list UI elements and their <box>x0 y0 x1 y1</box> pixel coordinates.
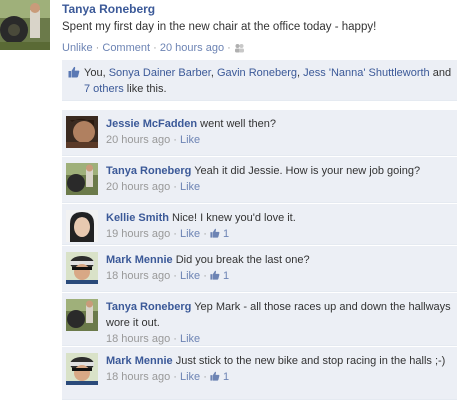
separator: · <box>153 42 157 54</box>
like-count: 1 <box>223 228 230 240</box>
like-link[interactable]: Like <box>180 270 200 282</box>
comment-time[interactable]: 18 hours ago <box>106 270 170 282</box>
comment: Tanya Roneberg Yeah it did Jessie. How i… <box>62 157 457 203</box>
comment-text: Just stick to the new bike and stop raci… <box>175 355 446 367</box>
likes-text: You, Sonya Dainer Barber, Gavin Roneberg… <box>84 65 454 97</box>
avatar-tanya[interactable] <box>66 163 98 195</box>
avatar-mark[interactable] <box>66 252 98 284</box>
comment-likes[interactable]: 1 <box>210 371 229 383</box>
liker-link[interactable]: Jess 'Nanna' Shuttleworth <box>303 67 430 79</box>
comment-author[interactable]: Mark Mennie <box>106 355 173 367</box>
comment: Mark Mennie Just stick to the new bike a… <box>62 347 457 400</box>
like-link[interactable]: Like <box>180 333 200 345</box>
comment-meta: 20 hours ago · Like <box>106 181 201 193</box>
thumbs-up-icon <box>68 66 80 81</box>
comment-author[interactable]: Mark Mennie <box>106 254 173 266</box>
comment-time[interactable]: 20 hours ago <box>106 181 170 193</box>
comment-likes[interactable]: 1 <box>210 270 229 282</box>
comment-author[interactable]: Tanya Roneberg <box>106 301 191 313</box>
likes-box: You, Sonya Dainer Barber, Gavin Roneberg… <box>62 60 457 101</box>
avatar-tanya[interactable] <box>0 0 50 50</box>
post-text: Spent my first day in the new chair at t… <box>62 21 377 33</box>
unlike-link[interactable]: Unlike <box>62 42 93 54</box>
like-count: 1 <box>223 371 230 383</box>
others-link[interactable]: 7 others <box>84 83 124 95</box>
comment-text: Yeah it did Jessie. How is your new job … <box>194 165 421 177</box>
comment-link[interactable]: Comment <box>102 42 150 54</box>
comment: Mark Mennie Did you break the last one? … <box>62 246 457 292</box>
post-time[interactable]: 20 hours ago <box>160 42 224 54</box>
comment-time[interactable]: 19 hours ago <box>106 228 170 240</box>
comment-meta: 18 hours ago · Like <box>106 333 201 345</box>
comment-time[interactable]: 18 hours ago <box>106 371 170 383</box>
comment-meta: 19 hours ago · Like · 1 <box>106 228 230 240</box>
avatar-jessie[interactable] <box>66 116 98 148</box>
comment-author[interactable]: Jessie McFadden <box>106 118 197 130</box>
comment-meta: 18 hours ago · Like · 1 <box>106 270 230 282</box>
thumbs-up-icon <box>210 371 220 381</box>
liker-link[interactable]: Sonya Dainer Barber <box>109 67 211 79</box>
comment-time[interactable]: 18 hours ago <box>106 333 170 345</box>
post-meta: Unlike · Comment · 20 hours ago · <box>62 42 457 57</box>
avatar-mark[interactable] <box>66 353 98 385</box>
comment: Tanya Roneberg Yep Mark - all those race… <box>62 293 457 346</box>
comment-likes[interactable]: 1 <box>210 228 229 240</box>
like-count: 1 <box>223 270 230 282</box>
like-link[interactable]: Like <box>180 181 200 193</box>
comment-meta: 18 hours ago · Like · 1 <box>106 371 230 383</box>
separator: · <box>95 42 100 54</box>
separator: · <box>227 42 231 54</box>
people-icon[interactable] <box>234 43 245 57</box>
comment-text: Nice! I knew you'd love it. <box>172 212 296 224</box>
like-this-text: like this. <box>123 83 167 95</box>
like-link[interactable]: Like <box>180 371 200 383</box>
thumbs-up-icon <box>210 228 220 238</box>
avatar-kellie[interactable] <box>66 210 98 242</box>
comment-author[interactable]: Kellie Smith <box>106 212 169 224</box>
comment-meta: 20 hours ago · Like <box>106 134 201 146</box>
thumbs-up-icon <box>210 270 220 280</box>
liker-link[interactable]: Gavin Roneberg <box>217 67 297 79</box>
post-author[interactable]: Tanya Roneberg <box>62 2 457 16</box>
comment: Kellie Smith Nice! I knew you'd love it.… <box>62 204 457 245</box>
comment-text: Did you break the last one? <box>175 254 310 266</box>
avatar-tanya[interactable] <box>66 299 98 331</box>
likes-you: You, <box>84 67 109 79</box>
and-text: and <box>429 67 452 79</box>
comment: Jessie McFadden went well then? 20 hours… <box>62 110 457 156</box>
comment-text: went well then? <box>200 118 276 130</box>
comment-author[interactable]: Tanya Roneberg <box>106 165 191 177</box>
like-link[interactable]: Like <box>180 228 200 240</box>
like-link[interactable]: Like <box>180 134 200 146</box>
comment-time[interactable]: 20 hours ago <box>106 134 170 146</box>
